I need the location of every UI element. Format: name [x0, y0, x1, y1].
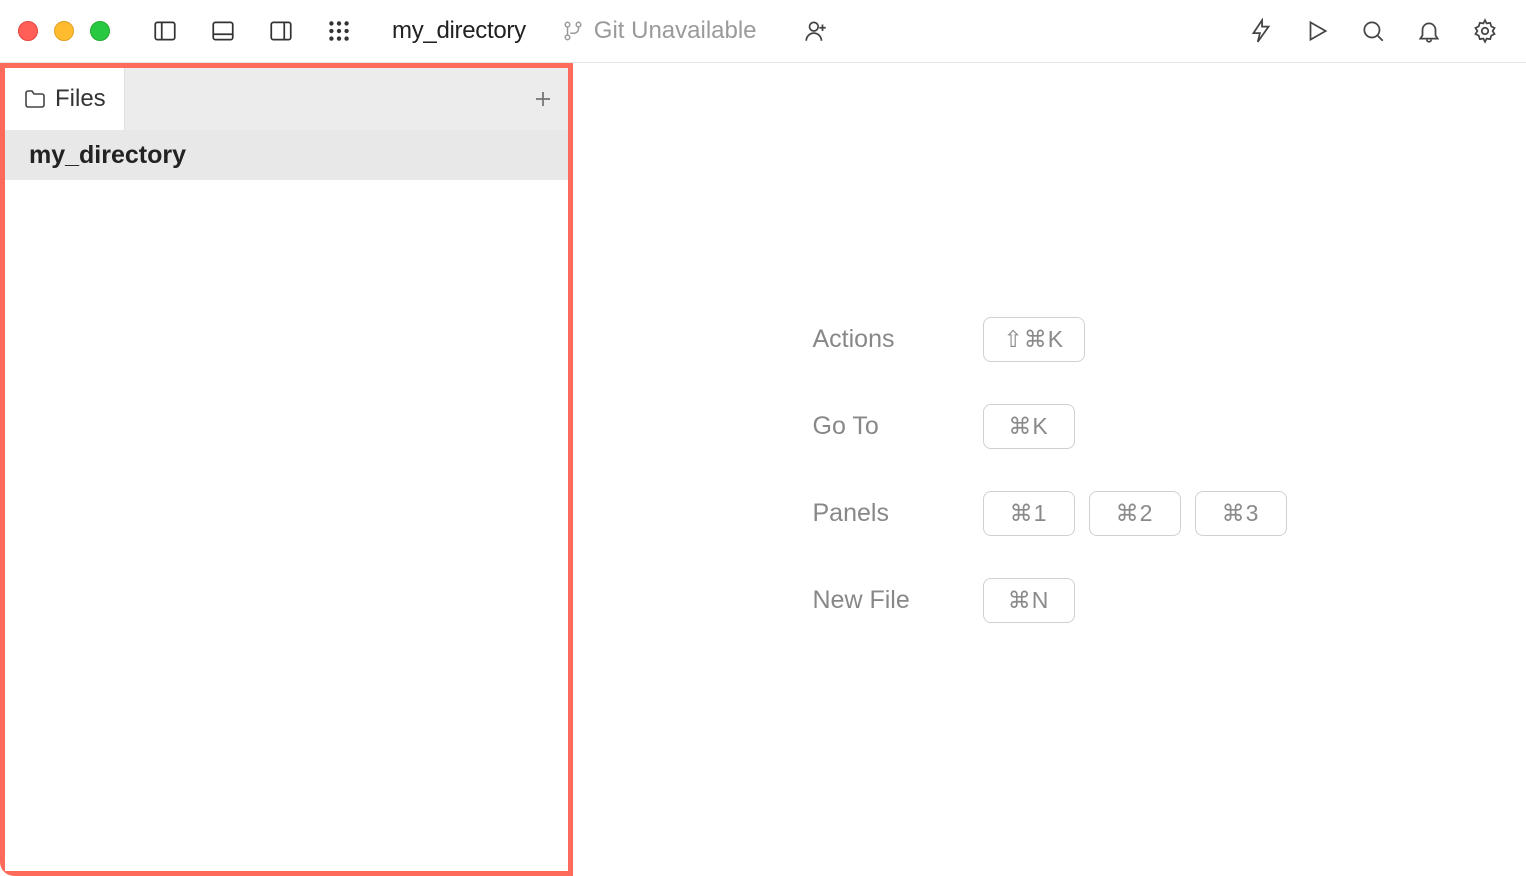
files-tab[interactable]: Files	[5, 68, 125, 130]
folder-icon	[23, 87, 47, 111]
search-button[interactable]	[1350, 8, 1396, 54]
files-tab-label: Files	[55, 85, 106, 113]
panel-bottom-icon	[210, 18, 236, 44]
panel-left-icon	[152, 18, 178, 44]
gear-icon	[1472, 18, 1498, 44]
welcome-row-newfile: New File ⌘N	[813, 578, 1287, 623]
shortcut-key[interactable]: ⌘3	[1195, 491, 1287, 536]
main-body: Files my_directory Actions ⇧⌘K	[0, 63, 1526, 876]
shortcut-key[interactable]: ⌘K	[983, 404, 1075, 449]
welcome-row-actions: Actions ⇧⌘K	[813, 317, 1287, 362]
grid-icon	[326, 18, 352, 44]
welcome-shortcuts: Actions ⇧⌘K Go To ⌘K Panels ⌘1 ⌘2	[813, 317, 1287, 623]
editor-area: Actions ⇧⌘K Go To ⌘K Panels ⌘1 ⌘2	[573, 63, 1526, 876]
git-status[interactable]: Git Unavailable	[562, 17, 757, 45]
add-collaborator-button[interactable]	[793, 8, 839, 54]
shortcut-group: ⌘N	[983, 578, 1075, 623]
maximize-window-button[interactable]	[90, 21, 110, 41]
toggle-bottom-panel-button[interactable]	[200, 8, 246, 54]
run-button[interactable]	[1294, 8, 1340, 54]
search-icon	[1360, 18, 1386, 44]
notifications-button[interactable]	[1406, 8, 1452, 54]
close-window-button[interactable]	[18, 21, 38, 41]
sidebar-tabs-spacer	[125, 68, 518, 130]
sidebar-tabs: Files	[5, 68, 568, 130]
shortcut-key[interactable]: ⌘2	[1089, 491, 1181, 536]
actions-button[interactable]	[1238, 8, 1284, 54]
file-tree[interactable]: my_directory	[5, 130, 568, 871]
shortcut-key[interactable]: ⌘N	[983, 578, 1075, 623]
git-status-text: Git Unavailable	[594, 17, 757, 45]
welcome-row-panels: Panels ⌘1 ⌘2 ⌘3	[813, 491, 1287, 536]
git-branch-icon	[562, 20, 584, 42]
welcome-label: Go To	[813, 412, 933, 441]
welcome-row-goto: Go To ⌘K	[813, 404, 1287, 449]
app-menu-button[interactable]	[316, 8, 362, 54]
app-window: my_directory Git Unavailable	[0, 0, 1526, 876]
bell-icon	[1416, 18, 1442, 44]
shortcut-key[interactable]: ⌘1	[983, 491, 1075, 536]
welcome-label: New File	[813, 586, 933, 615]
user-plus-icon	[803, 18, 829, 44]
minimize-window-button[interactable]	[54, 21, 74, 41]
welcome-label: Panels	[813, 499, 933, 528]
welcome-label: Actions	[813, 325, 933, 354]
panel-right-icon	[268, 18, 294, 44]
bolt-icon	[1248, 18, 1274, 44]
root-folder-item[interactable]: my_directory	[5, 130, 568, 180]
play-icon	[1304, 18, 1330, 44]
shortcut-group: ⌘1 ⌘2 ⌘3	[983, 491, 1287, 536]
plus-icon	[531, 87, 555, 111]
shortcut-group: ⌘K	[983, 404, 1075, 449]
titlebar-right-actions	[1238, 8, 1508, 54]
files-sidebar: Files my_directory	[0, 63, 573, 876]
toggle-left-panel-button[interactable]	[142, 8, 188, 54]
shortcut-group: ⇧⌘K	[983, 317, 1086, 362]
shortcut-key[interactable]: ⇧⌘K	[983, 317, 1086, 362]
settings-button[interactable]	[1462, 8, 1508, 54]
project-title[interactable]: my_directory	[392, 17, 526, 45]
add-sidebar-tab-button[interactable]	[518, 68, 568, 130]
titlebar: my_directory Git Unavailable	[0, 0, 1526, 63]
toggle-right-panel-button[interactable]	[258, 8, 304, 54]
window-controls	[18, 21, 110, 41]
